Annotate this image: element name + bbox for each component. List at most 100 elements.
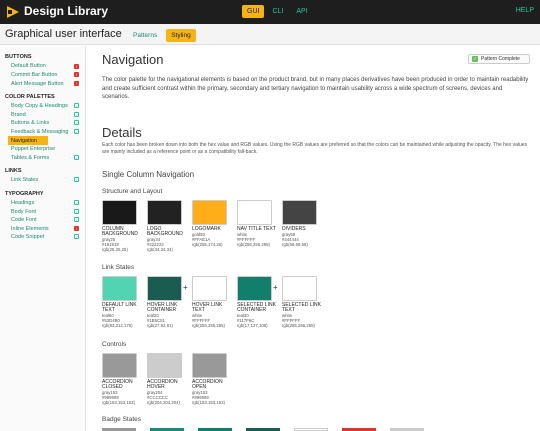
swatch-color (147, 200, 182, 225)
alert-icon: ! (74, 80, 79, 86)
group-heading: Link States (102, 264, 135, 271)
swatch-rgb: rgb(255,255,255) (282, 323, 315, 329)
sidebar-item-label: Body Font (11, 208, 37, 215)
details-heading: Details (102, 125, 142, 140)
color-swatch: ACCORDION CLOSED gray153 #999999 rgb(153,15… (102, 353, 147, 405)
alert-icon: ! (74, 72, 79, 78)
top-tabs: GUI CLI API (242, 5, 313, 18)
alert-icon: ! (74, 63, 79, 69)
sidebar-item[interactable]: Body Copy & Headings ✓ (0, 102, 85, 111)
sidebar-item-label: Puppet Enterprise (11, 146, 56, 153)
swatch-color (237, 200, 272, 225)
tab-patterns[interactable]: Patterns (128, 29, 162, 42)
sidebar-item[interactable]: Puppet Enterprise (0, 145, 85, 154)
tab-gui[interactable]: GUI (242, 5, 265, 18)
status-text: Pattern Complete (481, 56, 520, 62)
swatch-rgb: rgb(255,255,255) (237, 242, 270, 248)
sidebar-item-label: Navigation (11, 137, 37, 144)
sidebar-item-label: Brand (11, 111, 26, 118)
check-icon: ✓ (74, 129, 79, 136)
swatch-rgb: rgb(68,68,68) (282, 242, 308, 248)
sub-header: Graphical user interface Patterns Stylin… (0, 24, 540, 45)
subsection-heading: Single Column Navigation (102, 170, 195, 179)
sidebar-item[interactable]: Inline Elements! (0, 224, 85, 233)
swatch-name: ACCORDION CLOSED (102, 379, 133, 391)
brand-title: Design Library (24, 4, 109, 18)
check-icon: ✓ (74, 103, 79, 110)
details-paragraph: Each color has been broken down into bot… (102, 142, 528, 155)
check-icon: ✓ (74, 208, 79, 215)
swatch-color (147, 353, 182, 378)
sidebar-item[interactable]: Feedback & Messaging ✓ (0, 128, 85, 137)
sidebar-item[interactable]: Navigation (8, 136, 48, 145)
color-swatch: ACCORDION HOVER gray204 #CCCCCC rgb(204,204… (147, 353, 192, 405)
swatch-color (102, 276, 137, 301)
sidebar-item-label: Headings (11, 199, 35, 206)
sidebar-item[interactable]: Buttons & Links ✓ (0, 119, 85, 128)
sidebar-item[interactable]: Commit Bar Button! (0, 71, 85, 80)
tab-styling[interactable]: Styling (166, 29, 196, 42)
swatch-color (192, 276, 227, 301)
sidebar-heading: LINKS (5, 167, 22, 174)
sidebar-item-label: Link States (11, 177, 39, 184)
check-icon: ✓ (74, 217, 79, 224)
swatch-row: COLUMN BACKGROUND gray25 #191919 rgb(25,25,… (102, 200, 327, 252)
sidebar-group: LINKS Link States ✓ (0, 166, 85, 185)
sidebar-item[interactable]: Default Button! (0, 62, 85, 71)
color-swatch: LOGOMARK gold50 #FFAE1A rgb(255,174,26) (192, 200, 237, 252)
badge-states-heading: Badge States (102, 416, 142, 423)
sidebar-item[interactable]: Code Font ✓ (0, 216, 85, 225)
sidebar-item-label: Buttons & Links (11, 120, 50, 127)
sidebar-group: COLOR PALETTES Body Copy & Headings ✓ Brand… (0, 92, 85, 162)
tab-cli[interactable]: CLI (267, 5, 288, 18)
sidebar-heading: COLOR PALETTES (5, 93, 55, 100)
swatch-color (282, 276, 317, 301)
swatch-rgb: rgb(255,255,255) (192, 323, 225, 329)
swatch-rgb: rgb(34,34,34) (147, 247, 173, 253)
swatch-rgb: rgb(255,174,26) (192, 242, 223, 248)
sub-tabs: Patterns Styling (128, 29, 196, 42)
tab-api[interactable]: API (291, 5, 312, 18)
color-swatch: DEFAULT LINK TEXT teal60 #53D4B0 rgb(83,212… (102, 276, 147, 328)
check-icon: ✓ (472, 56, 478, 62)
swatch-name: COLUMN BACKGROUND (102, 226, 138, 238)
swatch-color (192, 353, 227, 378)
top-bar: Design Library GUI CLI API HELP (0, 0, 540, 24)
sidebar-group: BUTTONS Default Button! Commit Bar Button!… (0, 52, 85, 88)
color-swatch: DIVIDERS gray68 #444444 rgb(68,68,68) (282, 200, 327, 252)
sidebar-item-label: Commit Bar Button (11, 71, 58, 78)
check-icon: ✓ (74, 177, 79, 184)
check-icon: ✓ (74, 234, 79, 241)
sidebar-item[interactable]: Link States ✓ (0, 176, 85, 185)
swatch-color (192, 200, 227, 225)
sidebar-item-label: Default Button (11, 63, 46, 70)
alert-icon: ! (74, 225, 79, 231)
intro-paragraph: The color palette for the navigational e… (102, 77, 529, 100)
color-swatch: COLUMN BACKGROUND gray25 #191919 rgb(25,25,… (102, 200, 147, 252)
sidebar: BUTTONS Default Button! Commit Bar Button!… (0, 46, 86, 431)
sidebar-item-label: Code Snippet (11, 234, 45, 241)
sidebar-item-label: Tables & Forms (11, 154, 50, 161)
help-link[interactable]: HELP (516, 7, 534, 14)
swatch-color (102, 200, 137, 225)
section-title: Graphical user interface (5, 28, 122, 40)
sidebar-item[interactable]: Brand ✓ (0, 110, 85, 119)
swatch-rgb: rgb(25,25,25) (102, 247, 128, 253)
check-icon: ✓ (74, 111, 79, 118)
sidebar-item[interactable]: Headings ✓ (0, 199, 85, 208)
swatch-color (237, 276, 272, 301)
sidebar-item[interactable]: Code Snippet ✓ (0, 233, 85, 242)
sidebar-item[interactable]: Body Font ✓ (0, 207, 85, 216)
swatch-row: DEFAULT LINK TEXT teal60 #53D4B0 rgb(83,212… (102, 276, 327, 328)
sidebar-item[interactable]: Tables & Forms ✓ (0, 153, 85, 162)
color-swatch: LOGO BACKGROUND gray34 #222222 rgb(34,34,34… (147, 200, 192, 252)
check-icon: ✓ (74, 154, 79, 161)
group-heading: Structure and Layout (102, 188, 163, 195)
sidebar-item-label: Alert Message Button (11, 80, 64, 87)
swatch-row: ACCORDION CLOSED gray153 #999999 rgb(153,15… (102, 353, 237, 405)
sidebar-item[interactable]: Alert Message Button! (0, 79, 85, 88)
group-heading: Controls (102, 341, 127, 348)
swatch-name: ACCORDION OPEN (192, 379, 223, 391)
color-swatch: NAV TITLE TEXT white #FFFFFF rgb(255,255,25… (237, 200, 282, 252)
sidebar-item-label: Code Font (11, 217, 37, 224)
